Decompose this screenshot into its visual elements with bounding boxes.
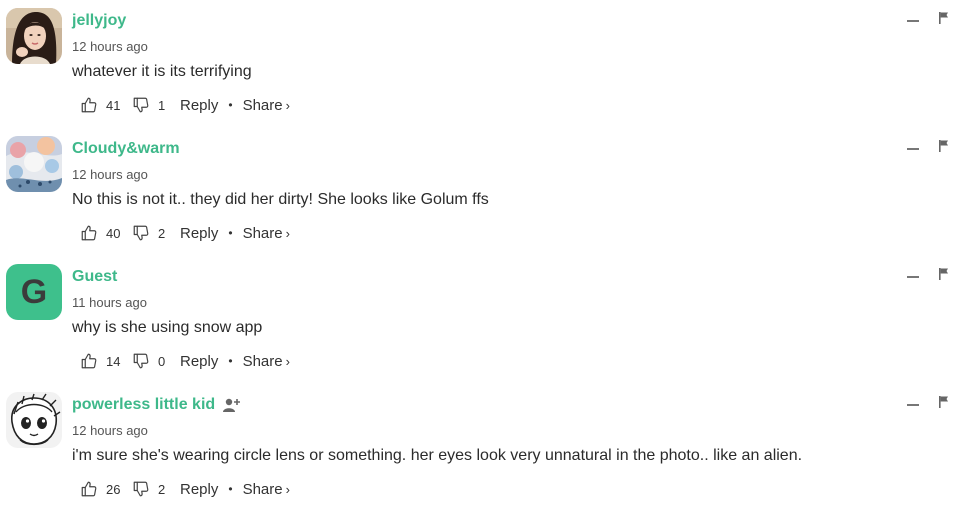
separator-dot: • (228, 482, 233, 496)
username[interactable]: jellyjoy (72, 12, 126, 30)
share-label: Share (242, 352, 283, 370)
upvote-button[interactable]: 14 (80, 352, 132, 370)
comment-text: why is she using snow app (72, 319, 263, 336)
chevron-right-icon: › (285, 97, 290, 113)
collapse-button[interactable] (907, 276, 919, 278)
avatar[interactable] (6, 392, 62, 448)
share-button[interactable]: Share › (243, 225, 290, 242)
downvote-button[interactable]: 0 (132, 352, 180, 370)
username-text[interactable]: powerless little kid (72, 396, 215, 414)
share-button[interactable]: Share › (243, 353, 290, 370)
thumbs-up-icon (80, 352, 98, 370)
comment-actions: 40 2 Reply • Share › (80, 223, 290, 243)
reply-button[interactable]: Reply (180, 225, 218, 242)
upvote-count: 26 (106, 481, 121, 497)
chevron-right-icon: › (285, 481, 290, 497)
thumbs-down-icon (132, 480, 150, 498)
username-text[interactable]: jellyjoy (72, 12, 126, 30)
upvote-button[interactable]: 40 (80, 224, 132, 242)
upvote-button[interactable]: 41 (80, 96, 132, 114)
comment: powerless little kid 12 hours ago i'm su… (0, 384, 960, 505)
downvote-button[interactable]: 1 (132, 96, 180, 114)
upvote-count: 14 (106, 353, 121, 369)
downvote-button[interactable]: 2 (132, 480, 180, 498)
comment-text: i'm sure she's wearing circle lens or so… (72, 447, 803, 464)
comment: Cloudy&warm 12 hours ago No this is not … (0, 128, 960, 256)
upvote-button[interactable]: 26 (80, 480, 132, 498)
downvote-count: 0 (158, 353, 166, 369)
flag-icon[interactable] (939, 396, 949, 408)
collapse-button[interactable] (907, 148, 919, 150)
share-button[interactable]: Share › (243, 481, 290, 498)
avatar[interactable] (6, 136, 62, 192)
downvote-button[interactable]: 2 (132, 224, 180, 242)
add-person-icon[interactable] (223, 397, 241, 413)
collapse-button[interactable] (907, 20, 919, 22)
share-label: Share (242, 480, 283, 498)
flag-icon[interactable] (939, 140, 949, 152)
username[interactable]: Cloudy&warm (72, 140, 180, 158)
upvote-count: 41 (106, 97, 121, 113)
share-label: Share (242, 224, 283, 242)
reply-button[interactable]: Reply (180, 353, 218, 370)
downvote-count: 2 (158, 481, 166, 497)
reply-button[interactable]: Reply (180, 481, 218, 498)
comment-list: jellyjoy 12 hours ago whatever it is its… (0, 0, 960, 505)
timestamp: 12 hours ago (72, 39, 148, 54)
flag-icon[interactable] (939, 268, 949, 280)
avatar[interactable]: G (6, 264, 62, 320)
thumbs-up-icon (80, 96, 98, 114)
flag-icon[interactable] (939, 12, 949, 24)
comment-actions: 26 2 Reply • Share › (80, 479, 290, 499)
separator-dot: • (228, 354, 233, 368)
separator-dot: • (228, 226, 233, 240)
thumbs-up-icon (80, 224, 98, 242)
reply-button[interactable]: Reply (180, 97, 218, 114)
comment: G Guest 11 hours ago why is she using sn… (0, 256, 960, 384)
username-text[interactable]: Guest (72, 268, 117, 286)
downvote-count: 1 (158, 97, 166, 113)
separator-dot: • (228, 98, 233, 112)
username[interactable]: powerless little kid (72, 396, 241, 414)
share-button[interactable]: Share › (243, 97, 290, 114)
thumbs-down-icon (132, 224, 150, 242)
downvote-count: 2 (158, 225, 166, 241)
upvote-count: 40 (106, 225, 121, 241)
comment-text: whatever it is its terrifying (72, 63, 252, 80)
chevron-right-icon: › (285, 225, 290, 241)
share-label: Share (242, 96, 283, 114)
avatar[interactable] (6, 8, 62, 64)
chevron-right-icon: › (285, 353, 290, 369)
comment-text: No this is not it.. they did her dirty! … (72, 191, 489, 208)
timestamp: 12 hours ago (72, 423, 148, 438)
timestamp: 11 hours ago (72, 295, 147, 310)
comment-actions: 41 1 Reply • Share › (80, 95, 290, 115)
timestamp: 12 hours ago (72, 167, 148, 182)
comment-actions: 14 0 Reply • Share › (80, 351, 290, 371)
username-text[interactable]: Cloudy&warm (72, 140, 180, 158)
collapse-button[interactable] (907, 404, 919, 406)
avatar-letter: G (6, 264, 62, 320)
thumbs-down-icon (132, 352, 150, 370)
username[interactable]: Guest (72, 268, 117, 286)
thumbs-up-icon (80, 480, 98, 498)
thumbs-down-icon (132, 96, 150, 114)
comment: jellyjoy 12 hours ago whatever it is its… (0, 0, 960, 128)
